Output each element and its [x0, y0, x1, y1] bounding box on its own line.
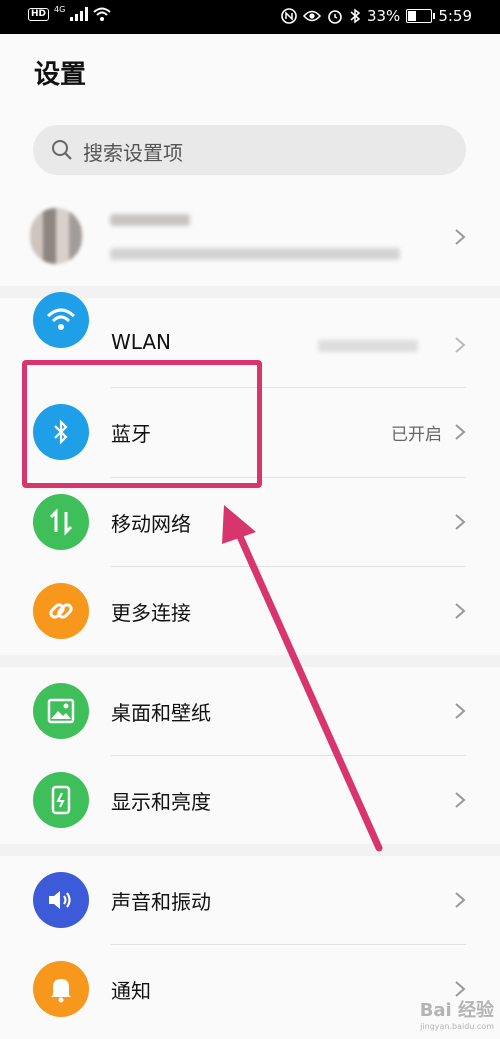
- settings-row-display[interactable]: 显示和亮度: [0, 756, 500, 844]
- chevron-right-icon: [455, 892, 466, 908]
- chevron-right-icon: [455, 229, 466, 245]
- battery-icon: [406, 9, 436, 23]
- network-type: 4G: [54, 4, 66, 14]
- hd-badge: HD: [28, 7, 50, 21]
- nfc-icon: [281, 8, 297, 24]
- row-label-sound: 声音和振动: [111, 890, 211, 914]
- chevron-right-icon: [455, 603, 466, 619]
- search-placeholder: 搜索设置项: [83, 141, 183, 165]
- row-label-wlan: WLAN: [111, 330, 172, 354]
- clock: 5:59: [438, 7, 472, 25]
- chevron-right-icon: [455, 792, 466, 808]
- row-label-mobile-network: 移动网络: [111, 512, 191, 536]
- wifi-status-icon: [93, 7, 111, 21]
- speaker-icon: [33, 872, 89, 928]
- watermark-text: Bai 经验: [419, 1000, 494, 1021]
- eye-icon: [302, 10, 321, 22]
- status-bar: HD 4G 33% 5:59: [0, 0, 500, 34]
- blurred-wifi-name: [318, 340, 418, 352]
- row-label-more-connections: 更多连接: [111, 601, 191, 625]
- settings-row-more-connections[interactable]: 更多连接: [0, 567, 500, 655]
- bluetooth-status-icon: [350, 8, 361, 24]
- chevron-right-icon: [455, 514, 466, 530]
- row-label-display: 显示和亮度: [111, 790, 211, 814]
- search-icon: [52, 140, 72, 160]
- blurred-name: [110, 214, 190, 226]
- signal-icon: [70, 7, 89, 21]
- display-group: 桌面和壁纸 显示和亮度: [0, 667, 500, 844]
- phone-brightness-icon: [33, 772, 89, 828]
- search-input[interactable]: 搜索设置项: [33, 125, 466, 175]
- settings-row-mobile-network[interactable]: 移动网络: [0, 478, 500, 566]
- battery-percent: 33%: [366, 7, 401, 25]
- mobile-data-icon: [33, 494, 89, 550]
- bell-icon: [33, 961, 89, 1017]
- wifi-icon: [33, 292, 89, 348]
- row-label-wallpaper: 桌面和壁纸: [111, 701, 211, 725]
- chevron-right-icon: [455, 424, 466, 440]
- link-icon: [33, 583, 89, 639]
- chevron-right-icon: [455, 337, 466, 353]
- image-icon: [33, 683, 89, 739]
- bluetooth-status: 已开启: [391, 425, 442, 445]
- row-label-notifications: 通知: [111, 979, 151, 1003]
- alarm-icon: [328, 10, 342, 24]
- page-title: 设置: [34, 60, 87, 90]
- avatar: [30, 208, 82, 264]
- settings-row-wallpaper[interactable]: 桌面和壁纸: [0, 667, 500, 755]
- watermark: Bai 经验 jingyan.baidu.com: [420, 996, 494, 1031]
- highlight-box: [22, 360, 262, 488]
- chevron-right-icon: [455, 703, 466, 719]
- blurred-account-info: [110, 248, 400, 260]
- settings-row-sound[interactable]: 声音和振动: [0, 856, 500, 944]
- account-row[interactable]: [0, 196, 500, 276]
- watermark-url: jingyan.baidu.com: [420, 1022, 494, 1031]
